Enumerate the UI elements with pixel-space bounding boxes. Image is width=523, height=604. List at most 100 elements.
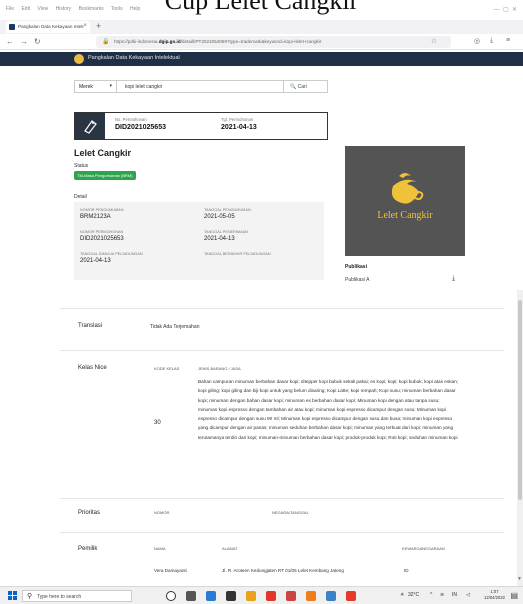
bookmark-star-icon[interactable]: ☆: [431, 37, 437, 45]
application-number-value: DID2021025653: [115, 124, 166, 131]
close-tab-icon[interactable]: ×: [83, 23, 87, 29]
menu-bookmarks[interactable]: Bookmarks: [79, 6, 104, 12]
menu-edit[interactable]: Edit: [21, 6, 30, 12]
forward-icon[interactable]: →: [20, 37, 28, 46]
menu-tools[interactable]: Tools: [111, 6, 123, 12]
brand-name: Lelet Cangkir: [74, 148, 132, 158]
store-icon[interactable]: [226, 591, 236, 601]
language-icon[interactable]: IN: [452, 592, 457, 598]
column-kewarganegaraan: KEWARGANEGARAAN: [402, 546, 445, 551]
taskbar-clock[interactable]: 1:07 12/04/2022: [484, 589, 505, 601]
publikasi-label: Publikasi: [345, 264, 367, 270]
divider: [60, 308, 504, 309]
chevron-down-icon: ▾: [109, 83, 112, 89]
menu-hamburger-icon[interactable]: ≡: [506, 37, 510, 44]
file-explorer-icon[interactable]: [246, 591, 256, 601]
brand-logo-text: Lelet Cangkir: [377, 210, 433, 221]
firefox-icon[interactable]: [306, 591, 316, 601]
windows-start-icon[interactable]: [8, 591, 17, 600]
volume-icon[interactable]: ◁: [466, 592, 470, 598]
url-prefix: https://pdki-indonesia.: [114, 39, 159, 44]
app-icon[interactable]: [326, 591, 336, 601]
application-number-label: No. Permohonan: [115, 117, 147, 122]
chrome-icon[interactable]: [266, 591, 276, 601]
edge-icon[interactable]: [206, 591, 216, 601]
detail-label-tanggal-penerimaan: TANGGAL PENERIMAAN: [204, 230, 248, 234]
windows-taskbar: ⚲ Type here to search ☀ 32°C ^ ≋ IN ◁ 1:…: [0, 586, 523, 604]
translasi-label: Translasi: [78, 323, 103, 329]
detail-value-tanggal-pengumuman: 2021-05-05: [204, 214, 235, 220]
task-view-icon[interactable]: [186, 591, 196, 601]
column-kode-kelas: KODE KELAS: [154, 366, 180, 371]
site-title[interactable]: Pangkalan Data Kekayaan Intelektual: [88, 55, 180, 61]
url-domain: dgip.go.id: [158, 39, 181, 44]
translasi-value: Tidak Ada Terjemahan: [150, 324, 200, 330]
detail-label-tanggal-berakhir: TANGGAL BERAKHIR PELINDUNGAN: [204, 252, 271, 256]
notifications-icon[interactable]: ▤: [510, 591, 518, 600]
column-nama: NAMA: [154, 546, 166, 551]
clock-date: 12/04/2022: [484, 595, 505, 600]
divider: [60, 532, 504, 533]
navigation-bar: ← → ↻ 🔒 https://pdki-indonesia.dgip.go.i…: [0, 34, 523, 50]
pemilik-kewarganegaraan-value: ID: [404, 568, 409, 573]
back-icon[interactable]: ←: [6, 37, 14, 46]
tab-title: Pangkalan Data Kekayaan Intelr: [18, 24, 84, 29]
scrollbar-thumb[interactable]: [518, 300, 522, 500]
tray-chevron-icon[interactable]: ^: [430, 592, 432, 598]
status-label: Status: [74, 163, 89, 169]
search-type-select[interactable]: Merek ▾: [75, 81, 117, 92]
app-icon[interactable]: [286, 591, 296, 601]
prioritas-label: Prioritas: [78, 510, 101, 516]
detail-label-tanggal-dimulai: TANGGAL DIMULAI PELINDUNGAN: [80, 252, 143, 256]
tab-bar: Pangkalan Data Kekayaan Intelr × +: [0, 20, 523, 34]
pocket-icon[interactable]: ◎: [474, 37, 480, 45]
network-icon[interactable]: ≋: [440, 592, 444, 598]
publikasi-item[interactable]: Publikasi A: [345, 277, 369, 283]
column-negara-tanggal: NEGARA/TANGGAL: [272, 510, 309, 515]
url-bar[interactable]: 🔒 https://pdki-indonesia.dgip.go.id/deta…: [96, 36, 451, 48]
reload-icon[interactable]: ↻: [34, 37, 41, 46]
search-input[interactable]: [121, 81, 281, 92]
detail-label-nomor-permohonan: NOMOR PERMOHONAN: [80, 230, 124, 234]
application-summary-card: No. Permohonan DID2021025653 Tgl. Permoh…: [74, 112, 328, 140]
application-date-value: 2021-04-13: [221, 124, 257, 131]
scroll-down-icon[interactable]: ▼: [517, 576, 522, 582]
divider: [60, 350, 504, 351]
pdf-icon[interactable]: [346, 591, 356, 601]
search-type-label: Merek: [79, 84, 93, 90]
menu-view[interactable]: View: [37, 6, 48, 12]
menu-file[interactable]: File: [6, 6, 14, 12]
kelas-nice-label: Kelas Nice: [78, 365, 107, 371]
lock-icon: 🔒: [102, 39, 110, 45]
window-controls[interactable]: — ▢ ✕: [494, 6, 517, 13]
browser-tab[interactable]: Pangkalan Data Kekayaan Intelr ×: [6, 21, 90, 33]
browser-menubar: File Edit View History Bookmarks Tools H…: [0, 6, 523, 16]
column-alamat: ALAMAT: [222, 546, 238, 551]
weather-temp[interactable]: 32°C: [408, 592, 419, 598]
search-button-label: Cari: [297, 84, 307, 90]
download-icon[interactable]: ⤓: [490, 37, 493, 45]
search-icon: 🔍: [290, 84, 297, 90]
new-tab-icon[interactable]: +: [96, 21, 101, 31]
detail-label-nomor-pengumuman: NOMOR PENGUMUMAN: [80, 208, 124, 212]
search-bar: Merek ▾ 🔍 Cari: [74, 80, 328, 93]
taskbar-search-box[interactable]: ⚲ Type here to search: [22, 590, 132, 602]
search-button[interactable]: 🔍 Cari: [283, 81, 327, 92]
cortana-icon[interactable]: [166, 591, 176, 601]
trademark-tag-icon: [75, 113, 105, 139]
menu-history[interactable]: History: [56, 6, 72, 12]
search-icon: ⚲: [27, 593, 33, 600]
detail-value-nomor-pengumuman: BRM2123A: [80, 214, 111, 220]
pemilik-nama-value: Vera Damayanti: [154, 568, 187, 573]
detail-value-nomor-permohonan: DID2021025653: [80, 236, 124, 242]
menu-help[interactable]: Help: [130, 6, 140, 12]
kelas-description: Bahan campuran minuman berbahan dasar ko…: [198, 379, 459, 440]
status-badge: TM-Masa Pengumuman (BRM): [74, 171, 136, 180]
site-logo-icon[interactable]: [74, 54, 84, 64]
detail-value-tanggal-penerimaan: 2021-04-13: [204, 236, 235, 242]
kelas-code-value: 30: [154, 420, 161, 426]
detail-panel: NOMOR PENGUMUMAN BRM2123A TANGGAL PENGUM…: [74, 202, 324, 280]
site-header: Pangkalan Data Kekayaan Intelektual: [0, 52, 523, 66]
download-icon[interactable]: ⤓: [452, 275, 455, 283]
weather-icon[interactable]: ☀: [400, 592, 404, 598]
